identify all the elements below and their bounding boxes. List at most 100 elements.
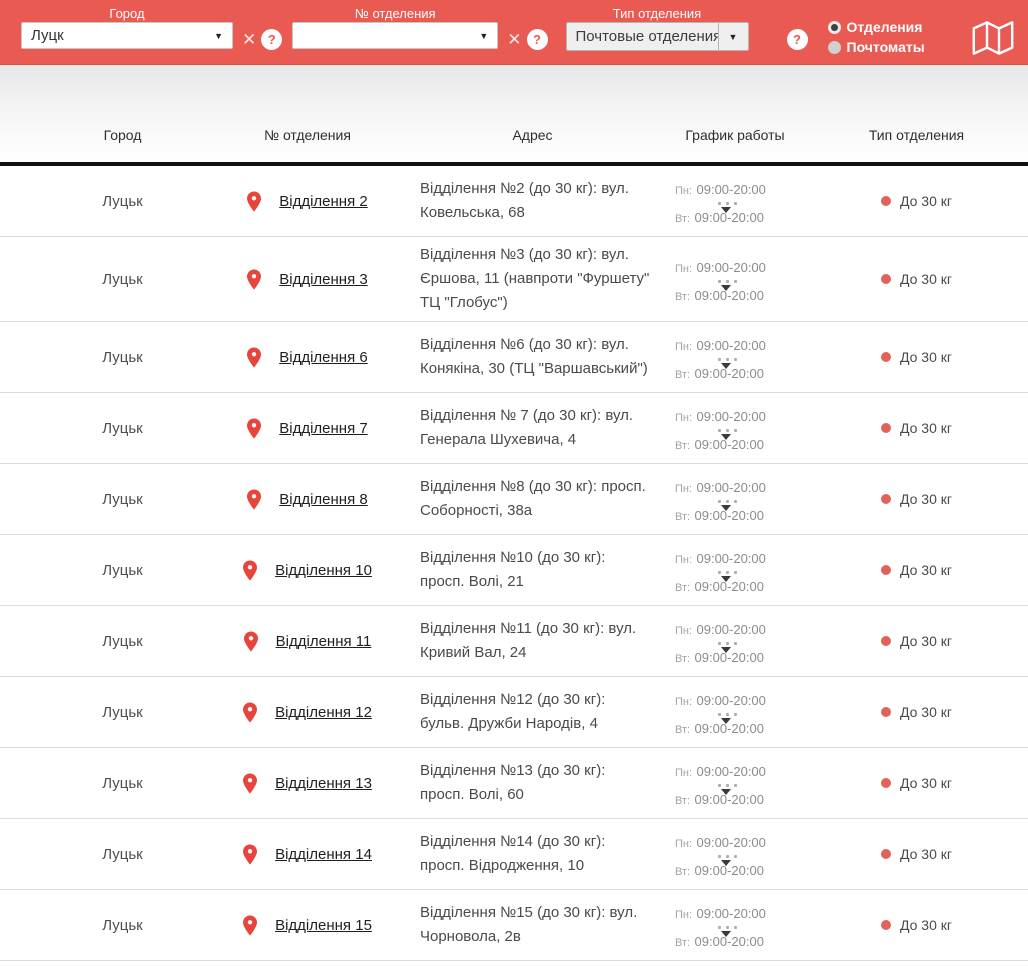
map-pin-icon[interactable] — [247, 190, 262, 212]
chevron-down-icon[interactable]: ▼ — [717, 22, 749, 51]
schedule-expand-caret-icon[interactable] — [721, 646, 731, 653]
office-link[interactable]: Відділення 7 — [279, 420, 367, 437]
table-row: Луцьк Відділення 11 Відділення №11 (до 3… — [0, 606, 1028, 677]
type-cell: До 30 кг — [805, 633, 1028, 649]
schedule-day: Вт: — [675, 723, 691, 733]
type-cell: До 30 кг — [805, 271, 1028, 287]
office-link[interactable]: Відділення 15 — [275, 917, 372, 934]
office-link[interactable]: Відділення 10 — [275, 562, 372, 579]
table-header: Город № отделения Адрес График работы Ти… — [0, 65, 1028, 166]
schedule-expand-caret-icon[interactable] — [721, 433, 731, 440]
schedule-cell: Пн: 09:00-20:00 Вт: 09:00-20:00 — [665, 763, 805, 804]
office-link[interactable]: Відділення 8 — [279, 491, 367, 508]
city-clear-icon[interactable]: ✕ — [242, 31, 256, 48]
schedule-block: Пн: 09:00-20:00 Вт: 09:00-20:00 — [675, 905, 795, 946]
office-link[interactable]: Відділення 13 — [275, 775, 372, 792]
city-help-icon[interactable]: ? — [261, 29, 283, 50]
map-pin-icon[interactable] — [247, 268, 262, 290]
map-pin-icon[interactable] — [247, 346, 262, 368]
office-link[interactable]: Відділення 6 — [279, 349, 367, 366]
type-label: До 30 кг — [899, 917, 952, 933]
weight-status-dot-icon — [880, 274, 891, 284]
office-cell: Відділення 6 — [215, 346, 400, 368]
schedule-line-1: Пн: 09:00-20:00 — [675, 621, 795, 639]
office-cell: Відділення 11 — [215, 630, 400, 652]
schedule-day: Вт: — [675, 368, 691, 378]
office-cell: Відділення 2 — [215, 190, 400, 212]
address-cell: Відділення №13 (до 30 кг): просп. Волі, … — [420, 762, 606, 803]
schedule-day: Пн: — [675, 908, 693, 921]
schedule-block: Пн: 09:00-20:00 Вт: 09:00-20:00 — [675, 763, 795, 804]
address-cell: Відділення №2 (до 30 кг): вул. Ковельськ… — [420, 180, 629, 221]
radio-icon — [827, 40, 841, 54]
office-cell: Відділення 8 — [215, 488, 400, 510]
map-view-button[interactable] — [971, 20, 1015, 61]
office-link[interactable]: Відділення 3 — [279, 271, 367, 288]
office-help-icon[interactable]: ? — [526, 29, 548, 50]
office-link[interactable]: Відділення 2 — [279, 193, 367, 210]
map-pin-icon[interactable] — [243, 701, 258, 723]
schedule-line-1: Пн: 09:00-20:00 — [675, 337, 795, 355]
schedule-expand-caret-icon[interactable] — [721, 575, 731, 582]
office-filter-label: № отделения — [354, 6, 436, 21]
radio-option-offices[interactable]: Отделения — [827, 19, 925, 35]
city-select[interactable]: Луцк ▼ — [21, 22, 233, 49]
schedule-day: Пн: — [675, 184, 693, 197]
map-pin-icon[interactable] — [247, 417, 262, 439]
office-filter-group: № отделения ▼ — [292, 5, 499, 49]
table-row: Луцьк Відділення 10 Відділення №10 (до 3… — [0, 535, 1028, 606]
schedule-line-2: Вт: 09:00-20:00 — [675, 209, 795, 222]
table-row: Луцьк Відділення 2 Відділення №2 (до 30 … — [0, 166, 1028, 237]
city-cell: Луцьк — [102, 490, 143, 508]
weight-status-dot-icon — [880, 494, 891, 504]
schedule-line-2: Вт: 09:00-20:00 — [675, 791, 795, 804]
schedule-day: Вт: — [675, 290, 691, 300]
map-pin-icon[interactable] — [243, 772, 258, 794]
map-pin-icon[interactable] — [243, 630, 258, 652]
office-select[interactable]: ▼ — [292, 22, 499, 49]
schedule-line-2: Вт: 09:00-20:00 — [675, 507, 795, 520]
office-cell: Відділення 15 — [215, 914, 400, 936]
office-link[interactable]: Відділення 11 — [276, 633, 372, 650]
schedule-expand-caret-icon[interactable] — [721, 362, 731, 369]
type-cell: До 30 кг — [805, 420, 1028, 436]
schedule-expand-caret-icon[interactable] — [721, 930, 731, 937]
type-help-icon[interactable]: ? — [786, 29, 808, 50]
schedule-expand-caret-icon[interactable] — [721, 284, 731, 291]
schedule-expand-caret-icon[interactable] — [721, 788, 731, 795]
type-label: До 30 кг — [899, 271, 952, 287]
type-label: До 30 кг — [899, 775, 952, 791]
office-cell: Відділення 7 — [215, 417, 400, 439]
table-row: Луцьк Відділення 15 Відділення №15 (до 3… — [0, 890, 1028, 961]
table-row: Луцьк Відділення 7 Відділення № 7 (до 30… — [0, 393, 1028, 464]
schedule-expand-caret-icon[interactable] — [721, 717, 731, 724]
type-select[interactable]: Почтовые отделения ▼ — [565, 22, 749, 51]
schedule-line-2: Вт: 09:00-20:00 — [675, 862, 795, 875]
city-cell: Луцьк — [102, 632, 143, 650]
map-pin-icon[interactable] — [243, 914, 258, 936]
table-row: Луцьк Відділення 3 Відділення №3 (до 30 … — [0, 237, 1028, 322]
schedule-day: Вт: — [675, 652, 691, 662]
office-link[interactable]: Відділення 14 — [275, 846, 372, 863]
office-finder-page: Город Луцк ▼ ✕ ? № отделения ▼ ✕ ? Тип о… — [0, 0, 1028, 974]
schedule-expand-caret-icon[interactable] — [721, 206, 731, 213]
office-link[interactable]: Відділення 12 — [275, 704, 372, 721]
schedule-expand-caret-icon[interactable] — [721, 504, 731, 511]
map-pin-icon[interactable] — [243, 559, 258, 581]
schedule-cell: Пн: 09:00-20:00 Вт: 09:00-20:00 — [665, 834, 805, 875]
office-cell: Відділення 13 — [215, 772, 400, 794]
office-clear-icon[interactable]: ✕ — [507, 31, 521, 48]
city-cell: Луцьк — [102, 192, 143, 210]
map-pin-icon[interactable] — [243, 843, 258, 865]
schedule-day: Пн: — [675, 553, 693, 566]
radio-option-label: Отделения — [846, 19, 923, 35]
address-cell: Відділення №12 (до 30 кг): бульв. Дружби… — [420, 691, 606, 732]
map-pin-icon[interactable] — [247, 488, 262, 510]
schedule-time: 09:00-20:00 — [696, 479, 766, 495]
schedule-line-1: Пн: 09:00-20:00 — [675, 181, 795, 199]
schedule-expand-caret-icon[interactable] — [721, 859, 731, 866]
weight-status-dot-icon — [880, 707, 891, 717]
column-header-city: Город — [103, 127, 142, 143]
radio-option-postomats[interactable]: Почтоматы — [827, 39, 925, 55]
type-label: До 30 кг — [899, 846, 952, 862]
